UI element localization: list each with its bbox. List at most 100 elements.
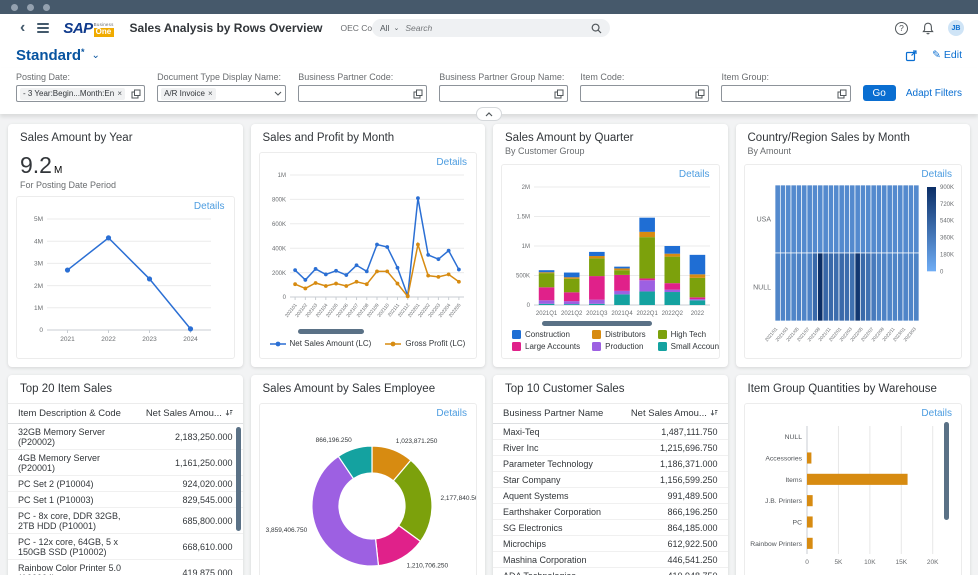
adapt-filters-button[interactable]: Adapt Filters <box>906 88 962 99</box>
collapse-header-button[interactable] <box>476 107 502 121</box>
table-row[interactable]: PC Set 1 (P10003)829,545.000 <box>8 492 243 508</box>
share-icon[interactable] <box>905 49 918 62</box>
cell-amount: 1,487,111.750 <box>617 424 727 440</box>
table-row[interactable]: Maxi-Teq1,487,111.750 <box>493 424 728 440</box>
details-link[interactable]: Details <box>679 169 710 180</box>
table-row[interactable]: Mashina Corporation446,541.250 <box>493 552 728 568</box>
window-minimize-button[interactable] <box>27 4 34 11</box>
variant-selector[interactable]: Standard* <box>16 47 85 64</box>
svg-text:500K: 500K <box>516 274 530 280</box>
legend-item-construction[interactable]: Construction <box>512 330 580 339</box>
notifications-bell-icon[interactable] <box>922 22 934 35</box>
sap-logo-text: SAP <box>63 20 92 37</box>
go-button[interactable]: Go <box>863 85 896 101</box>
filter-field-item-code: Item Code: <box>580 72 709 102</box>
value-help-icon[interactable] <box>413 89 423 99</box>
legend-item-large-accounts[interactable]: Large Accounts <box>512 342 580 351</box>
search-bar[interactable]: All ⌄ Search <box>372 19 610 37</box>
column-header-net-sales[interactable]: Net Sales Amou... <box>617 404 727 424</box>
value-help-icon[interactable] <box>837 89 847 99</box>
legend-item-production[interactable]: Production <box>592 342 645 351</box>
cell-name: Mashina Corporation <box>493 552 617 568</box>
table-row[interactable]: Earthshaker Corporation866,196.250 <box>493 504 728 520</box>
window-titlebar <box>0 0 978 14</box>
svg-text:2022: 2022 <box>101 336 116 343</box>
filter-input[interactable] <box>439 85 568 102</box>
chevron-down-icon[interactable]: ⌄ <box>92 50 100 61</box>
window-zoom-button[interactable] <box>43 4 50 11</box>
column-header-item[interactable]: Item Description & Code <box>8 404 136 424</box>
table-row[interactable]: Parameter Technology1,186,371.000 <box>493 456 728 472</box>
legend-item-net-sales-amount-lc-[interactable]: Net Sales Amount (LC) <box>270 339 372 348</box>
svg-text:900K: 900K <box>940 185 954 191</box>
search-input[interactable]: Search <box>405 23 591 33</box>
horizontal-scrollbar[interactable] <box>298 329 364 334</box>
filter-input[interactable] <box>580 85 709 102</box>
table-row[interactable]: Star Company1,156,599.250 <box>493 472 728 488</box>
search-icon[interactable] <box>591 23 602 34</box>
svg-text:1M: 1M <box>522 244 530 250</box>
filter-input[interactable] <box>298 85 427 102</box>
table-row[interactable]: Aquent Systems991,489.500 <box>493 488 728 504</box>
table-row[interactable]: 32GB Memory Server (P20002)2,183,250.000 <box>8 424 243 450</box>
svg-text:2M: 2M <box>522 185 530 191</box>
table-row[interactable]: PC Set 2 (P10004)924,020.000 <box>8 476 243 492</box>
table-row[interactable]: PC - 12x core, 64GB, 5 x 150GB SSD (P100… <box>8 534 243 560</box>
legend-item-high-tech[interactable]: High Tech <box>658 330 720 339</box>
window-close-button[interactable] <box>11 4 18 11</box>
vertical-scrollbar[interactable] <box>236 427 241 531</box>
vertical-scrollbar[interactable] <box>944 422 949 520</box>
svg-text:0: 0 <box>940 269 944 275</box>
filter-field-item-group: Item Group: <box>721 72 850 102</box>
legend-item-small-accounts[interactable]: Small Accounts <box>658 342 720 351</box>
details-link[interactable]: Details <box>436 157 467 168</box>
value-help-icon[interactable] <box>695 89 705 99</box>
filter-input[interactable]: A/R Invoice× <box>157 85 286 102</box>
svg-text:1,023,871.250: 1,023,871.250 <box>395 438 437 445</box>
value-help-icon[interactable] <box>554 89 564 99</box>
line-chart-sales-profit-by-month[interactable]: 0200K400K600K800K1M202101202102202103202… <box>260 169 472 327</box>
pencil-icon: ✎ <box>932 49 941 61</box>
table-row[interactable]: ADA Technologies410,948.750 <box>493 568 728 575</box>
details-link[interactable]: Details <box>921 169 952 180</box>
value-help-icon[interactable] <box>131 89 141 99</box>
cell-amount: 446,541.250 <box>617 552 727 568</box>
remove-token-icon[interactable]: × <box>208 89 213 98</box>
filter-input[interactable]: - 3 Year:Begin...Month:End (1/1/2021...× <box>16 85 145 102</box>
remove-token-icon[interactable]: × <box>117 89 122 98</box>
table-row[interactable]: Microchips612,922.500 <box>493 536 728 552</box>
chevron-down-icon[interactable] <box>274 91 282 96</box>
edit-button[interactable]: ✎Edit <box>932 49 962 61</box>
line-chart-sales-by-year[interactable]: 01M2M3M4M5M2021202220232024 <box>17 213 219 346</box>
details-link[interactable]: Details <box>436 408 467 419</box>
back-icon[interactable]: ‹ <box>14 20 31 36</box>
table-row[interactable]: 4GB Memory Server (P20001)1,161,250.000 <box>8 450 243 476</box>
chevron-down-icon[interactable]: ⌄ <box>393 24 399 32</box>
donut-chart-sales-by-employee[interactable]: 1,023,871.2502,177,840.5001,210,706.2503… <box>260 420 478 575</box>
legend-item-distributors[interactable]: Distributors <box>592 330 645 339</box>
table-row[interactable]: SG Electronics864,185.000 <box>493 520 728 536</box>
table-row[interactable]: Rainbow Color Printer 5.0 (A00004)419,87… <box>8 560 243 575</box>
filter-input[interactable] <box>721 85 850 102</box>
user-avatar[interactable]: JB <box>948 20 964 36</box>
horizontal-scrollbar[interactable] <box>542 321 652 326</box>
app-finder-icon[interactable] <box>37 21 49 35</box>
column-header-net-sales[interactable]: Net Sales Amou... <box>136 404 243 424</box>
bar-chart-quantities-by-warehouse[interactable]: 05K10K15K20KNULLAccessoriesItemsJ.B. Pri… <box>745 420 963 570</box>
chart-panel: Details 0200K400K600K800K1M2021012021022… <box>259 152 478 359</box>
cell-name: PC - 12x core, 64GB, 5 x 150GB SSD (P100… <box>8 534 136 560</box>
table-row[interactable]: PC - 8x core, DDR 32GB, 2TB HDD (P10001)… <box>8 508 243 534</box>
svg-text:0: 0 <box>805 559 809 566</box>
search-scope-select[interactable]: All <box>380 23 389 33</box>
card-item-group-quantities-by-warehouse: Item Group Quantities by Warehouse Detai… <box>736 375 971 575</box>
svg-text:NULL: NULL <box>784 434 802 441</box>
table-row[interactable]: River Inc1,215,696.750 <box>493 440 728 456</box>
column-header-partner[interactable]: Business Partner Name <box>493 404 617 424</box>
details-link[interactable]: Details <box>921 408 952 419</box>
help-icon[interactable]: ? <box>895 22 908 35</box>
legend-item-gross-profit-lc-[interactable]: Gross Profit (LC) <box>385 339 465 348</box>
stacked-bar-chart-sales-by-quarter[interactable]: 0500K1M1.5M2M2021Q12021Q22021Q32021Q4202… <box>502 181 714 319</box>
svg-text:10K: 10K <box>864 559 876 566</box>
details-link[interactable]: Details <box>194 201 225 212</box>
heatmap-country-sales-by-month[interactable]: USANULL2021/012021/032021/052021/072021/… <box>745 181 963 349</box>
